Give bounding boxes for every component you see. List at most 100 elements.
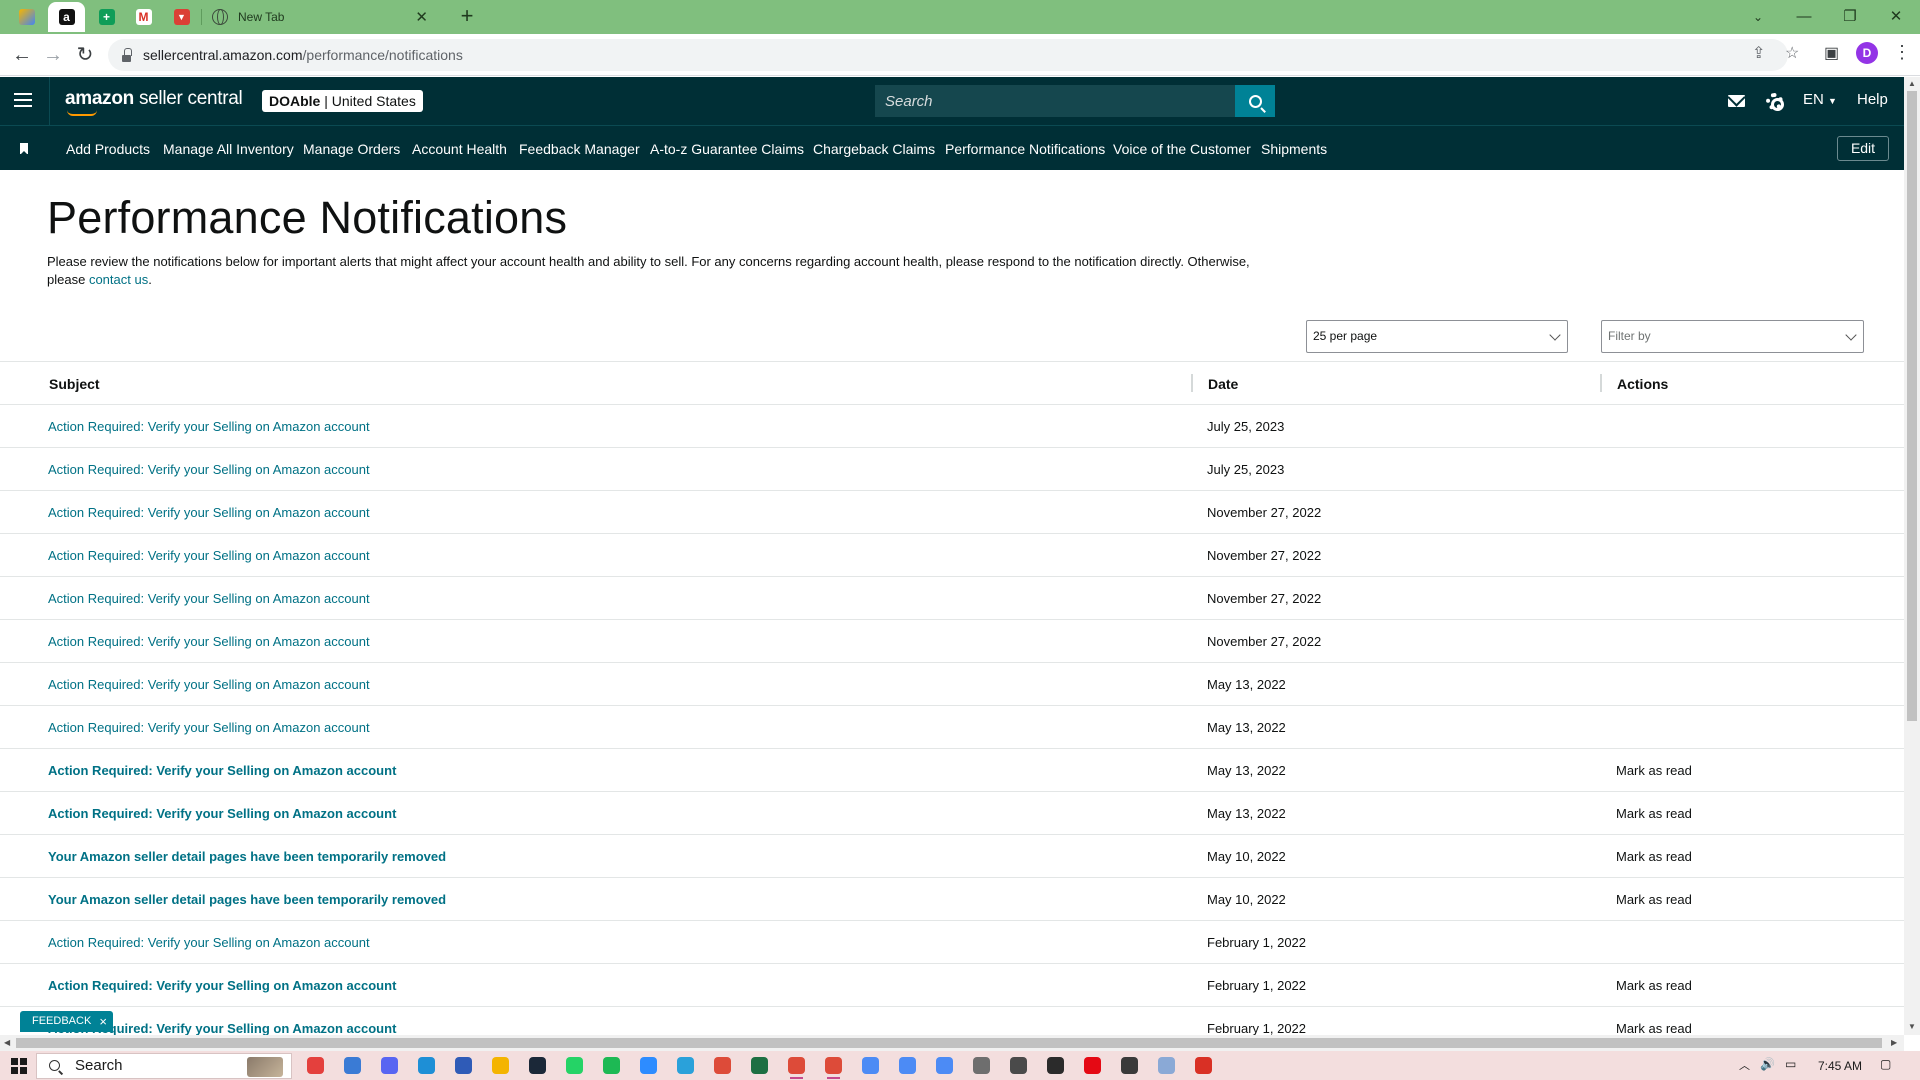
taskbar-app-icon[interactable]	[1010, 1057, 1027, 1074]
nav-voice-of-customer[interactable]: Voice of the Customer	[1113, 141, 1251, 157]
profile-avatar[interactable]: D	[1856, 42, 1878, 64]
side-panel-icon[interactable]: ▣	[1824, 43, 1839, 63]
scroll-left-arrow-icon[interactable]: ◀	[4, 1038, 10, 1047]
tab-pinned-app[interactable]	[8, 2, 45, 32]
vertical-scrollbar[interactable]: ▲ ▼	[1904, 77, 1920, 1035]
notification-subject-link[interactable]: Action Required: Verify your Selling on …	[48, 935, 370, 950]
column-resize-handle[interactable]	[1191, 374, 1193, 392]
tab-amazon[interactable]: a	[48, 2, 85, 32]
taskbar-app-icon[interactable]	[1047, 1057, 1064, 1074]
tab-new-tab[interactable]: New Tab ✕	[202, 2, 438, 32]
gear-icon[interactable]	[1766, 93, 1784, 111]
taskbar-search[interactable]: Search	[36, 1053, 292, 1079]
nav-manage-orders[interactable]: Manage Orders	[303, 141, 400, 157]
column-resize-handle[interactable]	[1600, 374, 1602, 392]
nav-manage-all-inventory[interactable]: Manage All Inventory	[163, 141, 294, 157]
notification-subject-link[interactable]: Your Amazon seller detail pages have bee…	[48, 892, 446, 907]
mark-as-read-link[interactable]: Mark as read	[1616, 978, 1692, 993]
nav-a-to-z-claims[interactable]: A-to-z Guarantee Claims	[650, 141, 804, 157]
notification-subject-link[interactable]: Action Required: Verify your Selling on …	[48, 591, 370, 606]
mark-as-read-link[interactable]: Mark as read	[1616, 1021, 1692, 1036]
forward-button[interactable]: →	[40, 42, 66, 68]
close-feedback-icon[interactable]: ×	[99, 1011, 107, 1032]
taskbar-app-icon[interactable]	[677, 1057, 694, 1074]
taskbar-app-icon[interactable]	[788, 1057, 805, 1079]
scroll-down-arrow-icon[interactable]: ▼	[1908, 1022, 1916, 1031]
taskbar-app-icon[interactable]	[344, 1057, 361, 1074]
volume-icon[interactable]: 🔊	[1760, 1057, 1775, 1071]
notification-subject-link[interactable]: Action Required: Verify your Selling on …	[48, 548, 370, 563]
search-button[interactable]	[1235, 85, 1275, 117]
account-switcher[interactable]: DOAble | United States	[262, 90, 423, 112]
per-page-select[interactable]: 25 per page	[1306, 320, 1568, 353]
language-selector[interactable]: EN ▼	[1803, 91, 1837, 108]
tray-overflow-chevron-icon[interactable]: ︿	[1739, 1057, 1750, 1073]
battery-icon[interactable]: ▭	[1785, 1057, 1796, 1071]
scroll-right-arrow-icon[interactable]: ▶	[1891, 1038, 1897, 1047]
taskbar-app-icon[interactable]	[1084, 1057, 1101, 1074]
contact-us-link[interactable]: contact us	[89, 272, 148, 287]
seller-central-logo[interactable]: amazon seller central	[65, 88, 243, 110]
search-input[interactable]	[875, 85, 1235, 117]
nav-chargeback-claims[interactable]: Chargeback Claims	[813, 141, 935, 157]
taskbar-app-icon[interactable]	[529, 1057, 546, 1074]
column-header-date[interactable]: Date	[1208, 376, 1238, 392]
taskbar-app-icon[interactable]	[714, 1057, 731, 1074]
notification-subject-link[interactable]: Action Required: Verify your Selling on …	[48, 763, 396, 778]
nav-feedback-manager[interactable]: Feedback Manager	[519, 141, 640, 157]
new-tab-button[interactable]: +	[455, 5, 479, 29]
lock-icon[interactable]	[122, 47, 132, 62]
taskbar-app-icon[interactable]	[307, 1057, 324, 1074]
close-window-button[interactable]: ✕	[1873, 4, 1919, 30]
taskbar-app-icon[interactable]	[751, 1057, 768, 1074]
taskbar-app-icon[interactable]	[1195, 1057, 1212, 1074]
tab-gmail[interactable]: M	[125, 2, 162, 32]
mark-as-read-link[interactable]: Mark as read	[1616, 849, 1692, 864]
notification-subject-link[interactable]: Action Required: Verify your Selling on …	[48, 634, 370, 649]
taskbar-app-icon[interactable]	[492, 1057, 509, 1074]
notification-subject-link[interactable]: Action Required: Verify your Selling on …	[48, 720, 370, 735]
column-header-subject[interactable]: Subject	[49, 376, 100, 392]
back-button[interactable]: ←	[9, 42, 35, 68]
taskbar-app-icon[interactable]	[603, 1057, 620, 1074]
address-bar[interactable]: sellercentral.amazon.com/performance/not…	[108, 39, 1788, 71]
restore-button[interactable]: ❐	[1827, 4, 1873, 30]
hamburger-menu-icon[interactable]	[14, 93, 32, 107]
nav-performance-notifications[interactable]: Performance Notifications	[945, 141, 1105, 157]
bookmark-star-icon[interactable]: ☆	[1785, 43, 1799, 63]
taskbar-app-icon[interactable]	[825, 1057, 842, 1079]
notification-subject-link[interactable]: Action Required: Verify your Selling on …	[48, 677, 370, 692]
reload-button[interactable]: ↻	[72, 42, 98, 68]
nav-account-health[interactable]: Account Health	[412, 141, 507, 157]
tab-todoist[interactable]: ▼	[163, 2, 200, 32]
browser-menu-icon[interactable]: ⋮	[1893, 42, 1911, 63]
edit-bookmarks-button[interactable]: Edit	[1837, 136, 1889, 161]
taskbar-app-icon[interactable]	[640, 1057, 657, 1074]
taskbar-app-icon[interactable]	[1158, 1057, 1175, 1074]
taskbar-app-icon[interactable]	[899, 1057, 916, 1074]
feedback-button[interactable]: FEEDBACK ×	[20, 1011, 113, 1032]
taskbar-app-icon[interactable]	[1121, 1057, 1138, 1074]
horizontal-scroll-thumb[interactable]	[16, 1038, 1882, 1048]
taskbar-app-icon[interactable]	[862, 1057, 879, 1074]
taskbar-app-icon[interactable]	[973, 1057, 990, 1074]
scroll-up-arrow-icon[interactable]: ▲	[1908, 79, 1916, 88]
notifications-icon[interactable]: ▢	[1880, 1057, 1891, 1071]
mark-as-read-link[interactable]: Mark as read	[1616, 892, 1692, 907]
windows-start-icon[interactable]	[11, 1058, 27, 1074]
horizontal-scrollbar[interactable]: ◀ ▶	[0, 1035, 1904, 1051]
nav-shipments[interactable]: Shipments	[1261, 141, 1327, 157]
notification-subject-link[interactable]: Action Required: Verify your Selling on …	[48, 462, 370, 477]
share-icon[interactable]: ⇪	[1752, 43, 1765, 63]
minimize-button[interactable]: —	[1781, 4, 1827, 30]
taskbar-app-icon[interactable]	[418, 1057, 435, 1074]
taskbar-app-icon[interactable]	[381, 1057, 398, 1074]
notification-subject-link[interactable]: Action Required: Verify your Selling on …	[48, 419, 370, 434]
filter-select[interactable]: Filter by	[1601, 320, 1864, 353]
clock[interactable]: 7:45 AM	[1818, 1059, 1862, 1073]
vertical-scroll-thumb[interactable]	[1907, 91, 1917, 721]
mark-as-read-link[interactable]: Mark as read	[1616, 806, 1692, 821]
tab-search-chevron-icon[interactable]: ⌄	[1735, 4, 1781, 30]
help-link[interactable]: Help	[1857, 91, 1888, 108]
nav-add-products[interactable]: Add Products	[66, 141, 150, 157]
